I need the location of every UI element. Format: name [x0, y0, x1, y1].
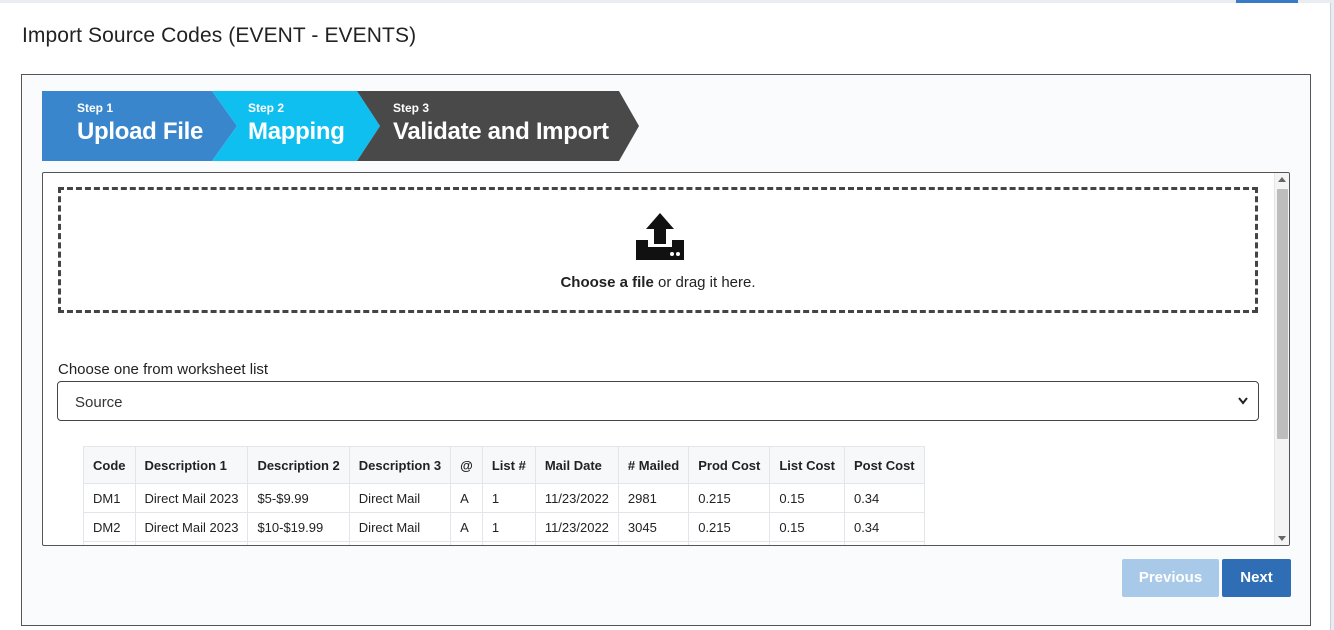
table-header-row: Code Description 1 Description 2 Descrip… [83, 446, 925, 484]
col-header: List # [481, 446, 536, 484]
table-cell: DM1 [83, 483, 136, 513]
table-row: DM2 Direct Mail 2023 $10-$19.99 Direct M… [83, 512, 925, 542]
table-cell [134, 541, 249, 545]
table-cell: 0.215 [688, 512, 771, 542]
col-header: Post Cost [843, 446, 925, 484]
table-cell: $10-$19.99 [247, 512, 350, 542]
table-cell: Direct Mail [348, 483, 452, 513]
table-cell [348, 541, 452, 545]
table-cell [83, 541, 136, 545]
col-header: Prod Cost [688, 446, 771, 484]
table-cell [617, 541, 690, 545]
col-header: Description 3 [348, 446, 452, 484]
table-cell: A [450, 512, 483, 542]
table-cell [481, 541, 536, 545]
table-cell [450, 541, 483, 545]
previous-button[interactable]: Previous [1122, 559, 1219, 597]
chevron-down-icon [1238, 397, 1248, 405]
table-cell: Direct Mail 2023 [134, 483, 249, 513]
step-1-label: Upload File [77, 118, 204, 145]
drag-hint: or drag it here. [653, 274, 756, 291]
wizard-panel: Step 1 Upload File Step 2 Mapping Step 3… [21, 74, 1311, 626]
step-1-number: Step 1 [77, 101, 114, 115]
step-mapping[interactable]: Step 2 Mapping [212, 91, 380, 161]
preview-table: Code Description 1 Description 2 Descrip… [83, 446, 925, 545]
table-cell: 0.15 [769, 483, 845, 513]
step-3-label: Validate and Import [393, 118, 609, 145]
worksheet-selected-value: Source [75, 394, 123, 411]
scroll-thumb[interactable] [1277, 189, 1288, 439]
col-header: # Mailed [617, 446, 690, 484]
table-cell: 11/23/2022 [534, 483, 619, 513]
step-upload-file[interactable]: Step 1 Upload File [42, 91, 237, 161]
modal-title: Import Source Codes (EVENT - EVENTS) [22, 24, 417, 47]
table-row: DM1 Direct Mail 2023 $5-$9.99 Direct Mai… [83, 483, 925, 513]
vertical-scrollbar[interactable] [1274, 173, 1289, 545]
scroll-up-icon[interactable] [1278, 177, 1286, 182]
preview-table-wrap: Code Description 1 Description 2 Descrip… [83, 446, 925, 545]
table-cell: 3045 [617, 512, 690, 542]
step-3-number: Step 3 [393, 101, 430, 115]
table-cell: $5-$9.99 [247, 483, 350, 513]
table-cell: 0.15 [769, 512, 845, 542]
table-cell [247, 541, 350, 545]
table-cell [534, 541, 619, 545]
import-modal: Import Source Codes (EVENT - EVENTS) Ste… [0, 3, 1331, 630]
table-cell: Direct Mail 2023 [134, 512, 249, 542]
scroll-down-icon[interactable] [1278, 536, 1286, 541]
step-2-number: Step 2 [248, 101, 285, 115]
table-cell: 1 [481, 512, 536, 542]
col-header: List Cost [769, 446, 845, 484]
worksheet-select[interactable]: Source [57, 381, 1259, 421]
col-header: Mail Date [534, 446, 619, 484]
step-validate-import[interactable]: Step 3 Validate and Import [357, 91, 639, 161]
table-cell: 0.34 [843, 512, 925, 542]
upload-content-area: Choose a file or drag it here. Choose on… [42, 172, 1290, 546]
file-dropzone[interactable]: Choose a file or drag it here. [58, 187, 1258, 313]
table-cell: DM2 [83, 512, 136, 542]
next-button[interactable]: Next [1222, 559, 1291, 597]
table-cell: 2981 [617, 483, 690, 513]
col-header: Code [83, 446, 136, 484]
step-2-label: Mapping [248, 118, 345, 145]
col-header: Description 1 [134, 446, 249, 484]
table-cell [769, 541, 845, 545]
table-cell: 11/23/2022 [534, 512, 619, 542]
wizard-stepper: Step 1 Upload File Step 2 Mapping Step 3… [42, 91, 642, 161]
worksheet-label: Choose one from worksheet list [58, 361, 269, 378]
table-cell: A [450, 483, 483, 513]
col-header: @ [450, 446, 483, 484]
dropzone-text: Choose a file or drag it here. [61, 274, 1255, 291]
table-cell [688, 541, 771, 545]
table-row [83, 541, 925, 545]
choose-file-link[interactable]: Choose a file [560, 274, 653, 291]
table-cell: 0.34 [843, 483, 925, 513]
table-cell [843, 541, 925, 545]
table-cell: Direct Mail [348, 512, 452, 542]
upload-icon [636, 213, 684, 260]
table-cell: 1 [481, 483, 536, 513]
col-header: Description 2 [247, 446, 350, 484]
table-cell: 0.215 [688, 483, 771, 513]
